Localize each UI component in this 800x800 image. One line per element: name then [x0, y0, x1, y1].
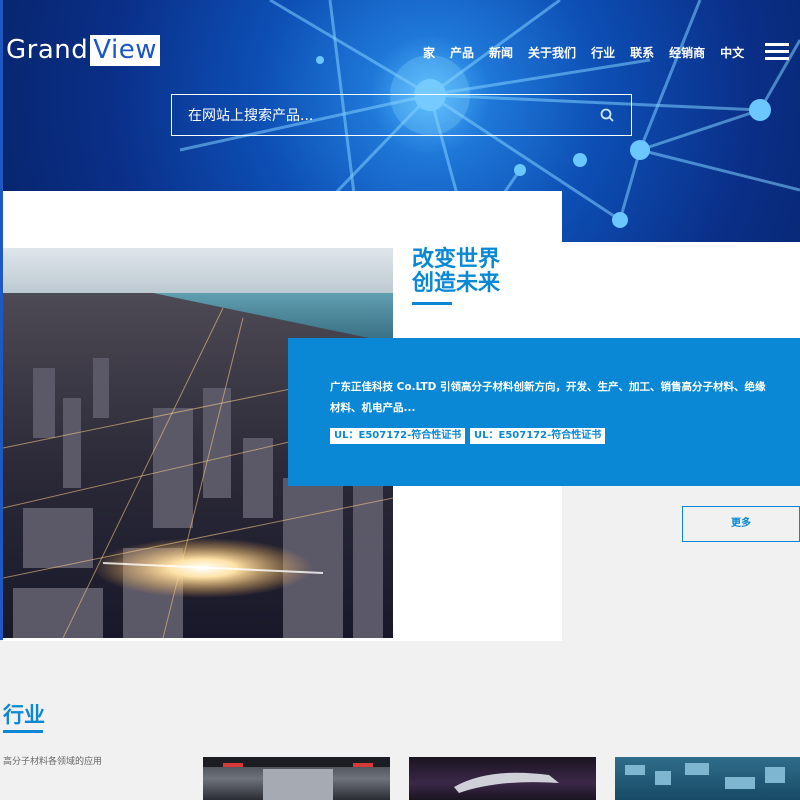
- headline-line-2: 创造未来: [412, 271, 501, 296]
- nav-language[interactable]: 中文: [720, 44, 744, 61]
- company-description: 广东正佳科技 Co.LTD 引领高分子材料创新方向，开发、生产、加工、销售高分子…: [330, 381, 766, 414]
- nav-about[interactable]: 关于我们: [528, 44, 576, 61]
- industry-thumb-1[interactable]: [203, 757, 390, 800]
- search-box: [171, 94, 632, 137]
- nav-home[interactable]: 家: [423, 44, 435, 61]
- logo-grand: Grand: [6, 35, 89, 65]
- logo[interactable]: Grand View: [4, 35, 160, 66]
- search-input[interactable]: [172, 95, 590, 137]
- industry-title: 行业: [3, 703, 45, 727]
- industry-thumb-2[interactable]: [409, 757, 596, 800]
- nav-dealers[interactable]: 经销商: [669, 44, 705, 61]
- certificate-badge-2[interactable]: UL：E507172-符合性证书: [470, 428, 606, 444]
- industry-thumb-3[interactable]: [615, 757, 800, 800]
- nav-contact[interactable]: 联系: [630, 44, 654, 61]
- industry-title-underline: [3, 730, 43, 733]
- hamburger-menu-icon[interactable]: [765, 43, 789, 61]
- certificate-badge-1[interactable]: UL：E507172-符合性证书: [330, 428, 466, 444]
- nav-industry[interactable]: 行业: [591, 44, 615, 61]
- industry-subtitle: 高分子材料各领域的应用: [3, 757, 103, 767]
- headline: 改变世界 创造未来: [412, 248, 500, 296]
- nav-products[interactable]: 产品: [450, 44, 474, 61]
- search-icon[interactable]: [600, 108, 614, 122]
- main-nav: 家 产品 新闻 关于我们 行业 联系 经销商 中文: [423, 44, 759, 61]
- logo-view: View: [90, 35, 160, 66]
- nav-news[interactable]: 新闻: [489, 44, 513, 61]
- more-button[interactable]: 更多: [682, 506, 800, 542]
- company-intro-box: 广东正佳科技 Co.LTD 引领高分子材料创新方向，开发、生产、加工、销售高分子…: [288, 338, 800, 486]
- headline-underline: [412, 302, 452, 305]
- headline-line-1: 改变世界: [412, 247, 501, 272]
